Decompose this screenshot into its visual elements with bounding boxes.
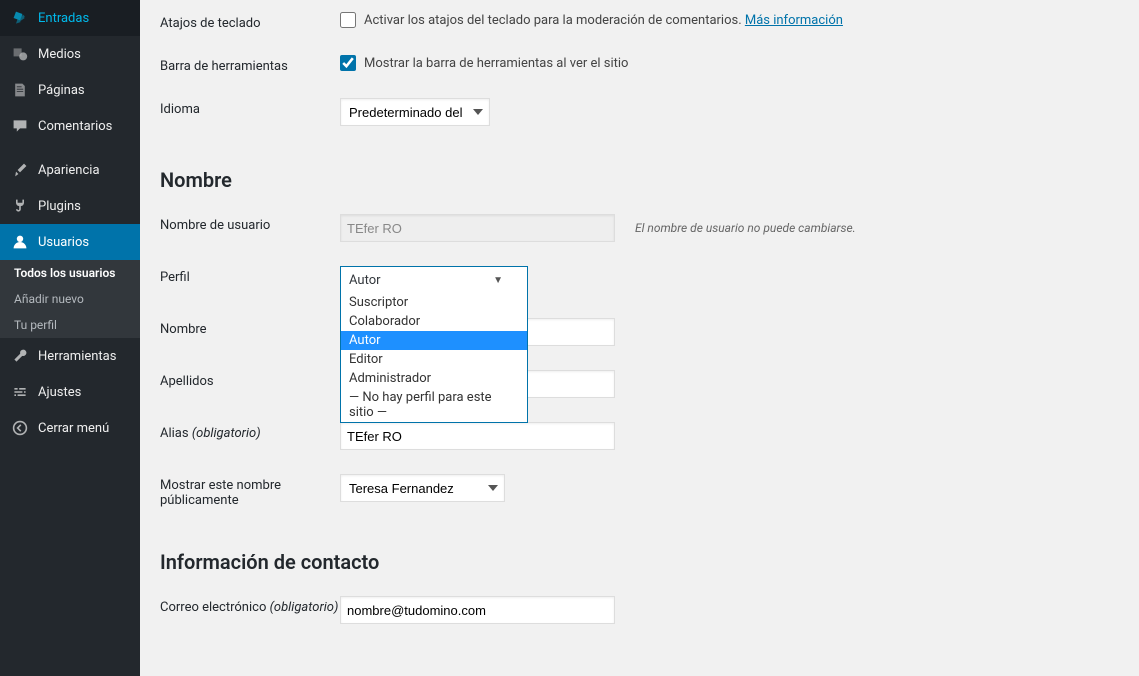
pin-icon [10, 8, 30, 28]
role-dropdown-list: Suscriptor Colaborador Autor Editor Admi… [340, 293, 528, 423]
email-label: Correo electrónico (obligatorio) [160, 596, 340, 615]
admin-sidebar: Entradas Medios Páginas Comentarios Apar… [0, 0, 140, 676]
toolbar-checkbox[interactable] [340, 55, 356, 71]
shortcuts-link[interactable]: Más información [745, 13, 843, 28]
sliders-icon [10, 382, 30, 402]
main-content: Atajos de teclado Activar los atajos del… [140, 0, 1139, 676]
role-option[interactable]: Colaborador [341, 312, 527, 331]
role-option[interactable]: Suscriptor [341, 293, 527, 312]
role-option[interactable]: Editor [341, 350, 527, 369]
sidebar-label: Cerrar menú [38, 421, 109, 436]
sidebar-item-media[interactable]: Medios [0, 36, 140, 72]
sidebar-label: Comentarios [38, 119, 112, 134]
row-language: Idioma Predeterminado del sitio [160, 86, 1119, 138]
sidebar-item-settings[interactable]: Ajustes [0, 374, 140, 410]
shortcuts-checkbox[interactable] [340, 12, 356, 28]
row-shortcuts: Atajos de teclado Activar los atajos del… [160, 0, 1119, 43]
sidebar-label: Medios [38, 47, 81, 62]
alias-input[interactable] [340, 422, 615, 450]
section-contact-heading: Información de contacto [160, 550, 1119, 574]
section-name-heading: Nombre [160, 168, 1119, 192]
username-input [340, 214, 615, 242]
language-select[interactable]: Predeterminado del sitio [340, 98, 490, 126]
sidebar-label: Páginas [38, 83, 85, 98]
row-firstname: Nombre [160, 306, 1119, 358]
sidebar-item-plugins[interactable]: Plugins [0, 188, 140, 224]
sidebar-label: Plugins [38, 199, 81, 214]
row-lastname: Apellidos [160, 358, 1119, 410]
sidebar-label: Herramientas [38, 349, 116, 364]
username-label: Nombre de usuario [160, 214, 340, 233]
row-alias: Alias (obligatorio) [160, 410, 1119, 462]
username-hint: El nombre de usuario no puede cambiarse. [635, 221, 856, 235]
shortcuts-label: Atajos de teclado [160, 12, 340, 31]
lastname-label: Apellidos [160, 370, 340, 389]
row-toolbar: Barra de herramientas Mostrar la barra d… [160, 43, 1119, 86]
sidebar-label: Entradas [38, 11, 89, 26]
chevron-down-icon: ▼ [493, 275, 503, 286]
collapse-icon [10, 418, 30, 438]
submenu-all-users[interactable]: Todos los usuarios [0, 260, 140, 286]
toolbar-text: Mostrar la barra de herramientas al ver … [364, 56, 628, 71]
sidebar-label: Apariencia [38, 163, 100, 178]
displayname-label: Mostrar este nombre públicamente [160, 474, 340, 508]
media-icon [10, 44, 30, 64]
role-option[interactable]: — No hay perfil para este sitio — [341, 388, 527, 422]
page-icon [10, 80, 30, 100]
role-label: Perfil [160, 266, 340, 285]
sidebar-label: Usuarios [38, 235, 89, 250]
sidebar-item-collapse[interactable]: Cerrar menú [0, 410, 140, 446]
shortcuts-text: Activar los atajos del teclado para la m… [364, 13, 843, 28]
brush-icon [10, 160, 30, 180]
displayname-select[interactable]: Teresa Fernandez [340, 474, 505, 502]
sidebar-item-posts[interactable]: Entradas [0, 0, 140, 36]
sidebar-item-comments[interactable]: Comentarios [0, 108, 140, 144]
row-email: Correo electrónico (obligatorio) [160, 584, 1119, 636]
toolbar-label: Barra de herramientas [160, 55, 340, 74]
role-select[interactable]: Autor ▼ Suscriptor Colaborador Autor Edi… [340, 266, 528, 294]
sidebar-item-pages[interactable]: Páginas [0, 72, 140, 108]
row-displayname: Mostrar este nombre públicamente Teresa … [160, 462, 1119, 520]
users-submenu: Todos los usuarios Añadir nuevo Tu perfi… [0, 260, 140, 338]
submenu-add-new[interactable]: Añadir nuevo [0, 286, 140, 312]
firstname-label: Nombre [160, 318, 340, 337]
plug-icon [10, 196, 30, 216]
sidebar-item-appearance[interactable]: Apariencia [0, 152, 140, 188]
email-input[interactable] [340, 596, 615, 624]
sidebar-item-tools[interactable]: Herramientas [0, 338, 140, 374]
sidebar-item-users[interactable]: Usuarios [0, 224, 140, 260]
wrench-icon [10, 346, 30, 366]
sidebar-label: Ajustes [38, 385, 81, 400]
comment-icon [10, 116, 30, 136]
role-option[interactable]: Autor [341, 331, 527, 350]
submenu-profile[interactable]: Tu perfil [0, 312, 140, 338]
row-role: Perfil Autor ▼ Suscriptor Colaborador Au… [160, 254, 1119, 306]
row-username: Nombre de usuario El nombre de usuario n… [160, 202, 1119, 254]
user-icon [10, 232, 30, 252]
role-option[interactable]: Administrador [341, 369, 527, 388]
language-label: Idioma [160, 98, 340, 117]
alias-label: Alias (obligatorio) [160, 422, 340, 441]
